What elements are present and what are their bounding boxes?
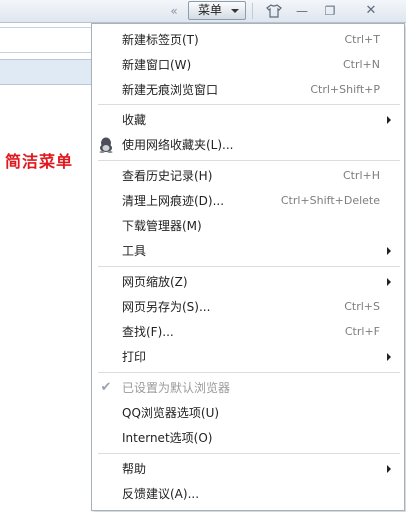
menu-item-shortcut: Ctrl+S: [344, 300, 380, 313]
menu-item-label: 下载管理器(M): [122, 219, 202, 233]
menu-item-save-as[interactable]: 网页另存为(S)... Ctrl+S: [92, 295, 404, 319]
submenu-arrow-icon: [387, 353, 391, 361]
menu-item-label: 已设置为默认浏览器: [122, 381, 231, 395]
menu-item-help[interactable]: 帮助: [92, 457, 404, 481]
submenu-arrow-icon: [387, 278, 391, 286]
menu-button-label: 菜单: [198, 3, 223, 17]
menu-item-new-private-window[interactable]: 新建无痕浏览窗口 Ctrl+Shift+P: [92, 78, 404, 102]
menu-item-shortcut: Ctrl+Shift+P: [310, 83, 380, 96]
chevron-left-icon[interactable]: «: [166, 3, 182, 19]
menu-button[interactable]: 菜单: [188, 1, 246, 20]
submenu-arrow-icon: [387, 465, 391, 473]
menu-item-label: QQ浏览器选项(U): [122, 406, 220, 420]
menu-item-zoom[interactable]: 网页缩放(Z): [92, 270, 404, 294]
close-icon[interactable]: ✕: [356, 2, 386, 20]
menu-item-new-window[interactable]: 新建窗口(W) Ctrl+N: [92, 53, 404, 77]
address-bar[interactable]: [0, 27, 92, 53]
menu-item-internet-options[interactable]: Internet选项(O): [92, 426, 404, 450]
menu-item-download-manager[interactable]: 下载管理器(M): [92, 214, 404, 238]
menu-item-clear-traces[interactable]: 清理上网痕迹(D)... Ctrl+Shift+Delete: [92, 189, 404, 213]
browser-toolbar: « 菜单 — ❐ ✕: [0, 0, 406, 23]
menu-item-qq-options[interactable]: QQ浏览器选项(U): [92, 401, 404, 425]
menu-item-shortcut: Ctrl+F: [344, 325, 380, 338]
menu-item-label: 新建标签页(T): [122, 33, 199, 47]
menu-item-label: 使用网络收藏夹(L)...: [122, 138, 234, 152]
menu-item-feedback[interactable]: 反馈建议(A)...: [92, 482, 404, 506]
menu-item-print[interactable]: 打印: [92, 345, 404, 369]
menu-item-label: 收藏: [122, 113, 147, 127]
menu-item-label: 打印: [122, 350, 147, 364]
menu-item-find[interactable]: 查找(F)... Ctrl+F: [92, 320, 404, 344]
menu-separator: [98, 104, 400, 105]
restore-icon[interactable]: ❐: [316, 2, 344, 20]
menu-separator: [98, 453, 400, 454]
menu-item-label: 查看历史记录(H): [122, 169, 213, 183]
menu-item-label: 网页另存为(S)...: [122, 300, 211, 314]
menu-item-shortcut: Ctrl+H: [342, 169, 380, 182]
menu-item-label: 新建无痕浏览窗口: [122, 83, 219, 97]
toolbar-divider: [252, 3, 253, 19]
menu-item-history[interactable]: 查看历史记录(H) Ctrl+H: [92, 164, 404, 188]
tab-strip: [0, 59, 92, 85]
menu-item-label: 网页缩放(Z): [122, 275, 188, 289]
menu-item-favorites[interactable]: 收藏: [92, 108, 404, 132]
caption-label: 简洁菜单: [5, 152, 74, 171]
submenu-arrow-icon: [387, 116, 391, 124]
check-icon: ✔: [100, 380, 112, 395]
menu-separator: [98, 160, 400, 161]
dropdown-menu: 新建标签页(T) Ctrl+T 新建窗口(W) Ctrl+N 新建无痕浏览窗口 …: [91, 23, 405, 511]
qq-penguin-icon: [98, 137, 114, 153]
page-content: [0, 23, 92, 512]
menu-item-label: 新建窗口(W): [122, 58, 192, 72]
menu-item-new-tab[interactable]: 新建标签页(T) Ctrl+T: [92, 28, 404, 52]
minimize-icon[interactable]: —: [288, 2, 316, 20]
menu-item-shortcut: Ctrl+T: [344, 33, 380, 46]
menu-item-label: 清理上网痕迹(D)...: [122, 194, 225, 208]
shirt-icon[interactable]: [260, 2, 288, 20]
menu-item-label: 反馈建议(A)...: [122, 487, 200, 501]
menu-item-shortcut: Ctrl+Shift+Delete: [280, 194, 380, 207]
menu-item-label: 帮助: [122, 462, 147, 476]
menu-item-default-browser: ✔ 已设置为默认浏览器: [92, 376, 404, 400]
menu-item-online-favorites[interactable]: 使用网络收藏夹(L)...: [92, 133, 404, 157]
caret-down-icon: [231, 9, 239, 13]
menu-item-tools[interactable]: 工具: [92, 239, 404, 263]
menu-item-label: Internet选项(O): [122, 431, 213, 445]
submenu-arrow-icon: [387, 247, 391, 255]
menu-item-label: 工具: [122, 244, 147, 258]
menu-separator: [98, 372, 400, 373]
menu-separator: [98, 266, 400, 267]
menu-item-shortcut: Ctrl+N: [342, 58, 380, 71]
menu-item-label: 查找(F)...: [122, 325, 174, 339]
